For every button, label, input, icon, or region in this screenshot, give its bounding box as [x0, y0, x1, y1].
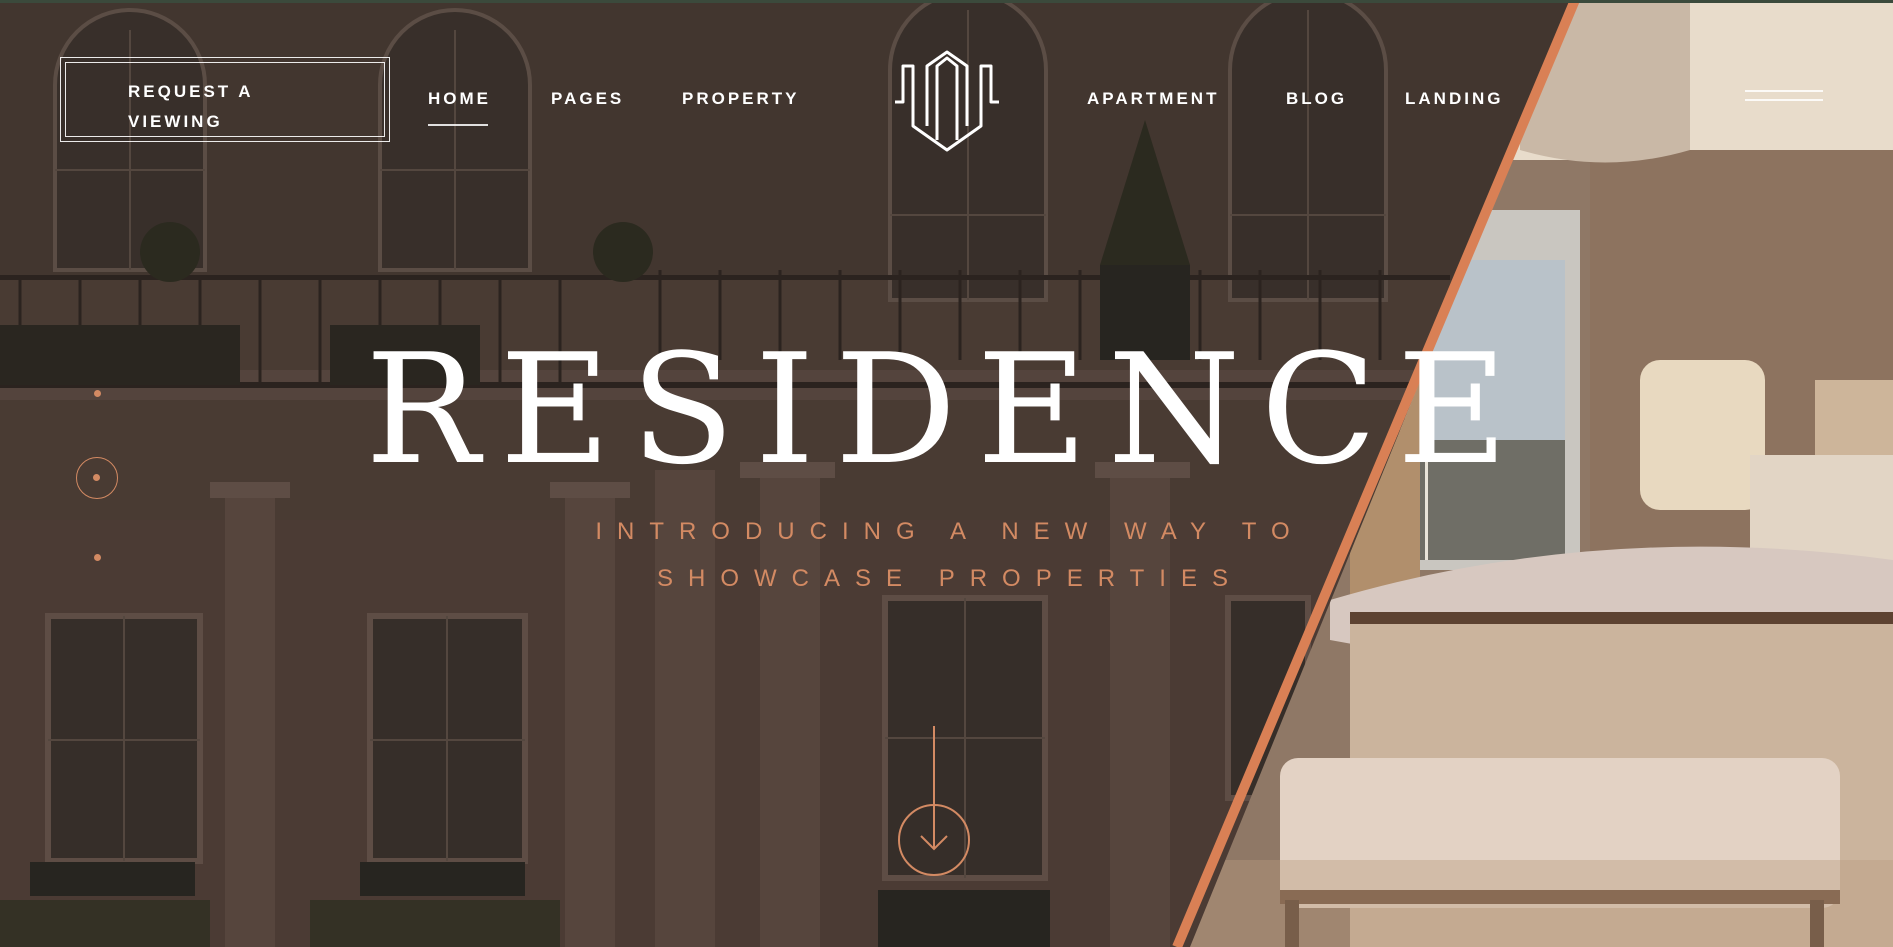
- request-viewing-button[interactable]: REQUEST A VIEWING: [60, 57, 390, 142]
- nav-link-blog[interactable]: BLOG: [1286, 89, 1347, 109]
- nav-link-apartment[interactable]: APARTMENT: [1087, 89, 1219, 109]
- residence-logo-icon[interactable]: [893, 50, 1001, 152]
- request-viewing-label: REQUEST A VIEWING: [128, 82, 253, 131]
- nav-link-pages[interactable]: PAGES: [551, 89, 624, 109]
- menu-icon[interactable]: [1745, 90, 1823, 110]
- slide-dot-3[interactable]: [94, 554, 101, 561]
- nav-link-landing[interactable]: LANDING: [1405, 89, 1503, 109]
- nav-link-home[interactable]: HOME: [428, 89, 491, 126]
- slide-dot-1[interactable]: [94, 390, 101, 397]
- menu-icon-line-top: [1745, 90, 1823, 92]
- slider-pagination: [76, 390, 120, 570]
- slide-dot-2-active[interactable]: [76, 457, 118, 499]
- scroll-down-arrow-icon[interactable]: [896, 724, 972, 877]
- top-accent-bar: [0, 0, 1893, 3]
- menu-icon-line-bottom: [1745, 99, 1823, 101]
- request-viewing-inner-frame: REQUEST A VIEWING: [65, 62, 385, 137]
- hero-title: RESIDENCE: [365, 321, 1528, 498]
- nav-link-property[interactable]: PROPERTY: [682, 89, 800, 109]
- hero-subtitle: INTRODUCING A NEW WAY TO SHOWCASE PROPER…: [595, 518, 1305, 592]
